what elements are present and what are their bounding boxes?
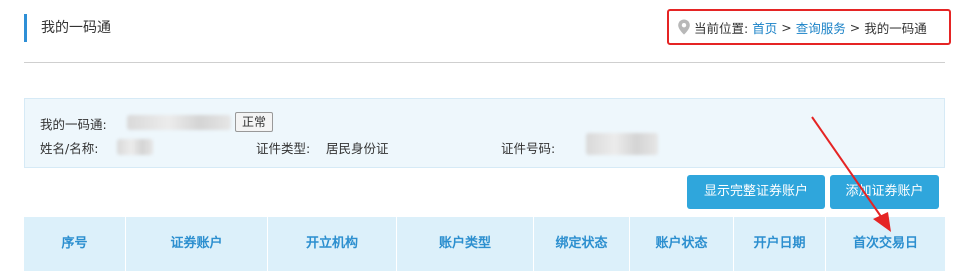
column-header-account: 证券账户 — [126, 217, 268, 271]
account-info-panel: 我的一码通: 正常 姓名/名称: 证件类型: 居民身份证 证件号码: — [24, 98, 945, 168]
add-account-button[interactable]: 添加证券账户 — [830, 175, 939, 209]
status-badge: 正常 — [235, 112, 273, 132]
redacted-name-value — [117, 139, 153, 155]
breadcrumb: 当前位置: 首页 > 查询服务 > 我的一码通 — [667, 9, 951, 45]
column-header-binding-status: 绑定状态 — [534, 217, 630, 271]
column-header-institution: 开立机构 — [268, 217, 397, 271]
code-label: 我的一码通: — [40, 117, 107, 132]
id-type-label: 证件类型: — [256, 141, 311, 156]
location-pin-icon — [677, 19, 691, 35]
name-label: 姓名/名称: — [40, 141, 99, 156]
breadcrumb-home-link[interactable]: 首页 — [752, 18, 777, 37]
show-full-account-button[interactable]: 显示完整证券账户 — [687, 175, 825, 209]
id-type-value: 居民身份证 — [326, 141, 389, 156]
column-header-open-date: 开户日期 — [734, 217, 826, 271]
breadcrumb-prefix: 当前位置: — [694, 20, 749, 36]
table-header: 序号 证券账户 开立机构 账户类型 绑定状态 账户状态 开户日期 首次交易日 — [24, 217, 945, 271]
breadcrumb-section-link[interactable]: 查询服务 — [796, 18, 846, 37]
id-number-label: 证件号码: — [501, 141, 556, 156]
breadcrumb-separator: > — [781, 19, 792, 35]
redacted-code-value — [127, 115, 231, 130]
divider — [24, 62, 945, 63]
breadcrumb-separator: > — [849, 19, 861, 35]
page-title: 我的一码通 — [24, 14, 111, 42]
column-header-first-trade-date: 首次交易日 — [852, 236, 918, 251]
column-header-index: 序号 — [24, 217, 126, 271]
column-header-account-type: 账户类型 — [397, 217, 534, 271]
breadcrumb-current: 我的一码通 — [864, 20, 927, 36]
column-header-account-status: 账户状态 — [630, 217, 734, 271]
redacted-id-number — [586, 133, 658, 155]
